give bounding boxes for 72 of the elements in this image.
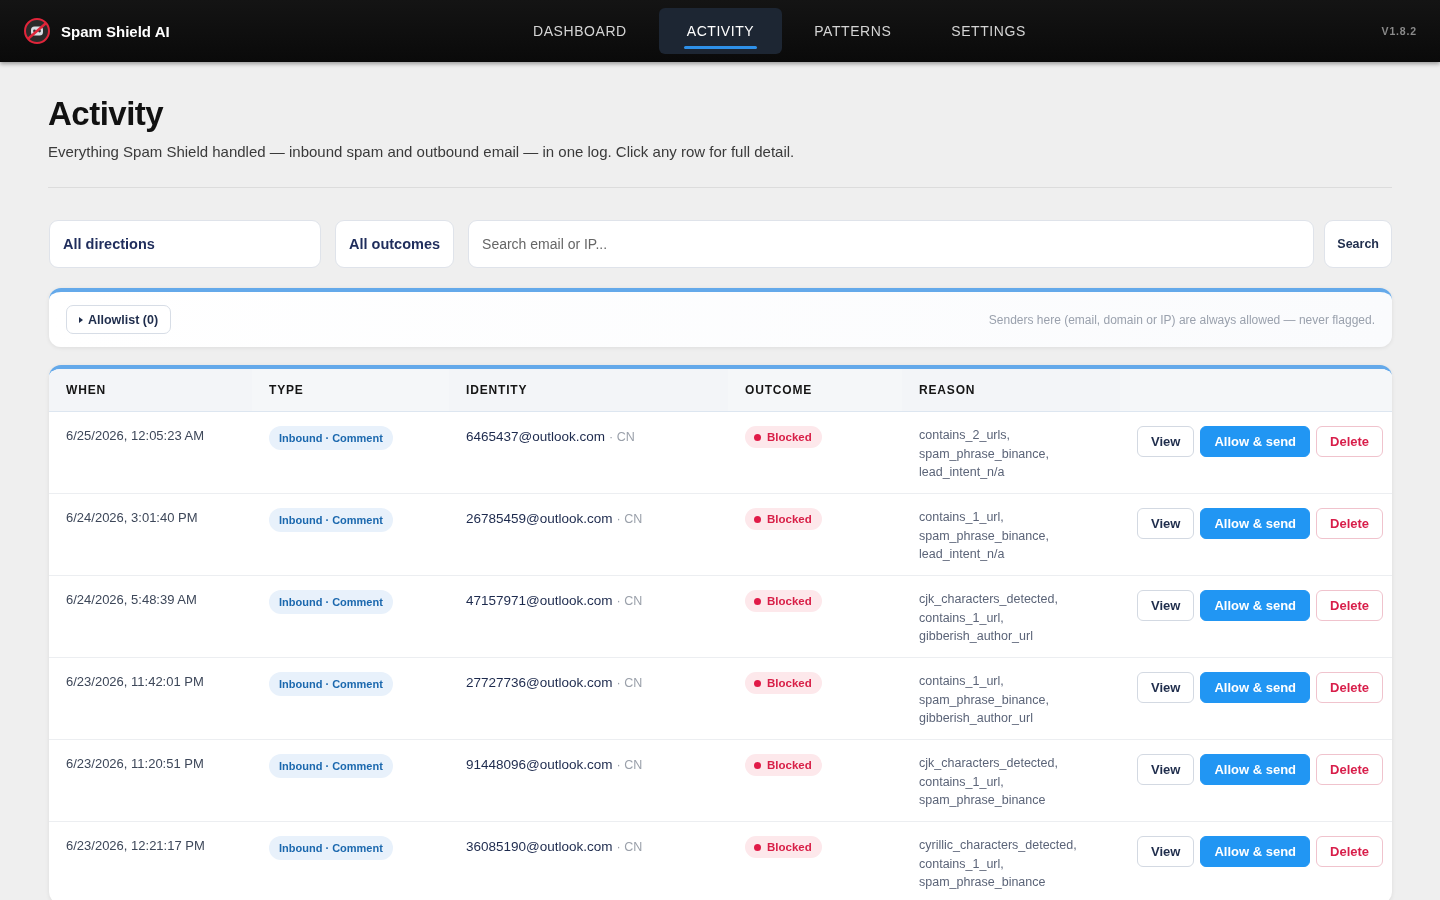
- view-button[interactable]: View: [1137, 672, 1195, 703]
- type-badge: Inbound · Comment: [269, 508, 393, 532]
- sender-origin: · CN: [616, 512, 643, 526]
- app-name: Spam Shield AI: [61, 22, 170, 40]
- type-badge: Inbound · Comment: [269, 754, 393, 778]
- page-subtitle: Everything Spam Shield handled — inbound spam and outbound email — in one log. Click any row for full detail.: [48, 142, 796, 162]
- allowlist-note: Senders here (email, domain or IP) are always allowed — never flagged.: [988, 312, 1375, 327]
- reason-text: contains_1_url, spam_phrase_binance, gibberish_author_url: [919, 673, 1050, 727]
- outcome-label: Blocked: [767, 841, 812, 853]
- timestamp: 6/23/2026, 11:20:51 PM: [66, 755, 205, 771]
- reason-text: contains_1_url, spam_phrase_binance, lead_intent_n/a: [919, 509, 1050, 563]
- outcome-label: Blocked: [767, 513, 812, 525]
- sender-email: 6465437@outlook.com: [466, 429, 606, 444]
- column-header: IDENTITY: [465, 382, 529, 399]
- status-dot-icon: [754, 761, 761, 769]
- status-dot-icon: [754, 679, 761, 687]
- timestamp: 6/24/2026, 5:48:39 AM: [66, 591, 198, 607]
- sender-email: 47157971@outlook.com: [466, 593, 613, 608]
- reason-text: cjk_characters_detected, contains_1_url, spam_phrase_binance: [919, 755, 1059, 809]
- nav-tab[interactable]: DASHBOARD: [505, 8, 655, 54]
- status-dot-icon: [754, 433, 761, 441]
- sender-email: 36085190@outlook.com: [466, 839, 613, 854]
- sender-email: 27727736@outlook.com: [466, 675, 613, 690]
- version-label: V1.8.2: [1381, 25, 1417, 37]
- outcome-label: Blocked: [767, 595, 812, 607]
- type-badge: Inbound · Comment: [269, 426, 393, 450]
- direction-select[interactable]: All directions: [49, 220, 321, 268]
- timestamp: 6/23/2026, 11:42:01 PM: [66, 673, 205, 689]
- sender-origin: · CN: [616, 758, 643, 772]
- nav-tab[interactable]: PATTERNS: [786, 8, 920, 54]
- timestamp: 6/23/2026, 12:21:17 PM: [66, 837, 206, 853]
- view-button[interactable]: View: [1137, 508, 1195, 539]
- outcome-label: Blocked: [767, 759, 812, 771]
- status-dot-icon: [754, 843, 761, 851]
- timestamp: 6/24/2026, 3:01:40 PM: [66, 509, 199, 525]
- view-button[interactable]: View: [1137, 754, 1195, 785]
- reason-text: contains_2_urls, spam_phrase_binance, lead_intent_n/a: [919, 427, 1050, 481]
- column-header: WHEN: [65, 382, 108, 399]
- sender-email: 26785459@outlook.com: [466, 511, 613, 526]
- nav-tab[interactable]: SETTINGS: [923, 8, 1054, 54]
- column-header: REASON: [918, 382, 977, 399]
- delete-button[interactable]: Delete: [1316, 836, 1384, 867]
- shield-logo-icon: [24, 18, 50, 44]
- type-badge: Inbound · Comment: [269, 672, 393, 696]
- sender-origin: · CN: [609, 430, 635, 444]
- outcome-label: Blocked: [767, 677, 812, 689]
- outcome-select[interactable]: All outcomes: [335, 220, 455, 268]
- sender-origin: · CN: [616, 594, 643, 608]
- timestamp: 6/25/2026, 12:05:23 AM: [66, 427, 206, 443]
- reason-text: cyrillic_characters_detected, contains_1_url, spam_phrase_binance: [919, 837, 1078, 891]
- nav-tab[interactable]: ACTIVITY: [658, 8, 783, 54]
- type-badge: Inbound · Comment: [269, 836, 393, 860]
- status-dot-icon: [754, 515, 761, 523]
- outcome-label: Blocked: [767, 431, 812, 443]
- sender-origin: · CN: [616, 840, 643, 854]
- page-title: Activity: [48, 94, 165, 134]
- type-badge: Inbound · Comment: [269, 590, 393, 614]
- reason-text: cjk_characters_detected, contains_1_url, gibberish_author_url: [919, 591, 1059, 645]
- delete-button[interactable]: Delete: [1316, 754, 1384, 785]
- sender-origin: · CN: [616, 676, 643, 690]
- delete-button[interactable]: Delete: [1316, 672, 1384, 703]
- sender-email: 91448096@outlook.com: [466, 757, 613, 772]
- view-button[interactable]: View: [1137, 590, 1195, 621]
- status-dot-icon: [754, 597, 761, 605]
- delete-button[interactable]: Delete: [1316, 508, 1384, 539]
- search-button[interactable]: Search: [1324, 220, 1392, 268]
- view-button[interactable]: View: [1137, 836, 1195, 867]
- view-button[interactable]: View: [1137, 426, 1195, 457]
- delete-button[interactable]: Delete: [1316, 426, 1384, 457]
- allowlist-toggle[interactable]: Allowlist (0): [66, 305, 172, 334]
- search-field[interactable]: Search email or IP...: [468, 220, 1315, 268]
- delete-button[interactable]: Delete: [1316, 590, 1384, 621]
